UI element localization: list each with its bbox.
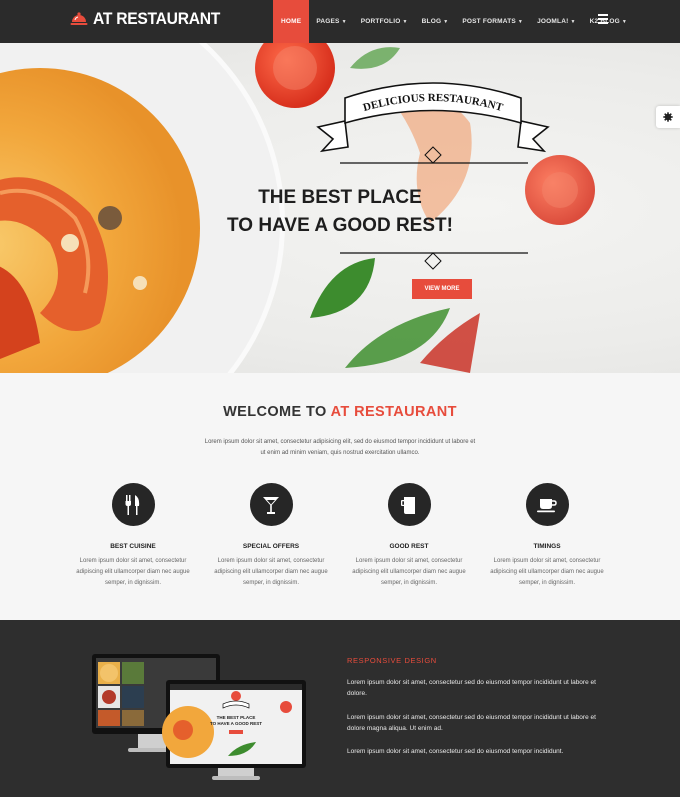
chevron-down-icon: ▼ (341, 19, 347, 25)
site-header: AT RESTAURANT HOME PAGES ▼ PORTFOLIO ▼ BLO… (0, 0, 680, 43)
chevron-down-icon: ▼ (517, 19, 524, 25)
nav-label: PORTFOLIO (360, 18, 401, 25)
feature-desc-line: semper, in dignissim. (518, 580, 576, 586)
chevron-down-icon: ▼ (402, 19, 408, 25)
welcome-title-prefix: WELCOME TO (223, 404, 331, 420)
chevron-down-icon: ▼ (443, 19, 449, 25)
mockup-headline-line-1: THE BEST PLACE (217, 715, 256, 720)
hero-headline-line-1: THE BEST PLACE (258, 187, 422, 208)
feature-desc-line: adipiscing elit ullamcorper diam nec aug… (214, 569, 328, 575)
welcome-intro-line-2: ut enim ad minim veniam, quis nostrud ex… (260, 450, 420, 456)
chevron-down-icon: ▼ (570, 19, 576, 25)
feature-desc-line: semper, in dignissim. (242, 580, 300, 586)
welcome-intro-line-1: Lorem ipsum dolor sit amet, consectetur … (204, 439, 476, 445)
cocktail-icon (249, 483, 293, 526)
welcome-title-accent: AT RESTAURANT (330, 404, 457, 420)
mockup-headline-line-2: TO HAVE A GOOD REST (210, 721, 262, 726)
site-logo[interactable]: AT RESTAURANT (70, 9, 231, 29)
nav-label: POST FORMATS (462, 18, 516, 25)
feature-best-cuisine: BEST CUISINE Lorem ipsum dolor sit amet,… (68, 483, 198, 589)
feature-description: Lorem ipsum dolor sit amet, consectetur a… (206, 556, 336, 589)
welcome-title: WELCOME TO AT RESTAURANT (0, 404, 680, 420)
paragraph-line: dolore magna aliqua. Ut enim ad. (347, 725, 443, 732)
responsive-paragraph-2: Lorem ipsum dolor sit amet, consectetur … (347, 712, 607, 734)
feature-desc-line: Lorem ipsum dolor sit amet, consectetur (355, 558, 463, 564)
nav-home[interactable]: HOME (273, 0, 310, 43)
responsive-paragraph-1: Lorem ipsum dolor sit amet, consectetur … (347, 677, 607, 699)
feature-description: Lorem ipsum dolor sit amet, consectetur a… (68, 556, 198, 589)
hero-headline-line-2: TO HAVE A GOOD REST! (227, 215, 453, 236)
feature-desc-line: semper, in dignissim. (104, 580, 162, 586)
nav-post-formats[interactable]: POST FORMATS ▼ (455, 0, 530, 43)
feature-desc-line: adipiscing elit ullamcorper diam nec aug… (352, 569, 466, 575)
feature-title: BEST CUISINE (110, 543, 156, 550)
coffee-cup-icon (525, 483, 569, 526)
nav-label: JOOMLA! (537, 18, 569, 25)
paragraph-line: Lorem ipsum dolor sit amet, consectetur … (347, 714, 596, 721)
paragraph-line: Lorem ipsum dolor sit amet, consectetur … (347, 679, 596, 686)
nav-blog[interactable]: BLOG ▼ (415, 0, 456, 43)
nav-k2-blog[interactable]: K2 BLOG ▼ (583, 0, 634, 43)
feature-desc-line: adipiscing elit ullamcorper diam nec aug… (490, 569, 604, 575)
settings-gear-icon[interactable] (656, 106, 680, 128)
feature-title: SPECIAL OFFERS (242, 543, 300, 550)
devices-mockup-image: THE BEST PLACE TO HAVE A GOOD REST (92, 654, 306, 780)
feature-title: GOOD REST (389, 543, 429, 550)
feature-good-rest: GOOD REST Lorem ipsum dolor sit amet, co… (344, 483, 474, 589)
nav-label: HOME (281, 18, 302, 25)
feature-desc-line: Lorem ipsum dolor sit amet, consectetur (79, 558, 187, 564)
feature-timings: TIMINGS Lorem ipsum dolor sit amet, cons… (482, 483, 612, 589)
feature-desc-line: adipiscing elit ullamcorper diam nec aug… (76, 569, 190, 575)
hamburger-menu-icon[interactable] (598, 14, 608, 24)
nav-label: BLOG (421, 18, 442, 25)
feature-desc-line: Lorem ipsum dolor sit amet, consectetur (493, 558, 601, 564)
paragraph-line: dolore. (347, 690, 367, 697)
logo-text: AT RESTAURANT (93, 9, 221, 28)
nav-pages[interactable]: PAGES ▼ (309, 0, 353, 43)
main-nav: HOME PAGES ▼ PORTFOLIO ▼ BLOG ▼ POST FORMAT… (273, 0, 634, 43)
nav-label: PAGES (316, 18, 340, 25)
responsive-paragraph-3: Lorem ipsum dolor sit amet, consectetur … (347, 748, 564, 755)
nav-joomla[interactable]: JOOMLA! ▼ (530, 0, 583, 43)
beer-mug-icon (387, 483, 431, 526)
cutlery-icon (111, 483, 155, 526)
responsive-title: RESPONSIVE DESIGN (347, 656, 437, 665)
view-more-button[interactable]: VIEW MORE (412, 279, 472, 299)
feature-description: Lorem ipsum dolor sit amet, consectetur a… (344, 556, 474, 589)
responsive-section: THE BEST PLACE TO HAVE A GOOD REST RESPO… (0, 620, 680, 797)
feature-description: Lorem ipsum dolor sit amet, consectetur a… (482, 556, 612, 589)
nav-portfolio[interactable]: PORTFOLIO ▼ (354, 0, 415, 43)
feature-desc-line: Lorem ipsum dolor sit amet, consectetur (217, 558, 325, 564)
chevron-down-icon: ▼ (621, 19, 628, 25)
feature-special-offers: SPECIAL OFFERS Lorem ipsum dolor sit ame… (206, 483, 336, 589)
feature-desc-line: semper, in dignissim. (380, 580, 438, 586)
feature-title: TIMINGS (533, 543, 561, 550)
cloche-icon (70, 12, 88, 25)
